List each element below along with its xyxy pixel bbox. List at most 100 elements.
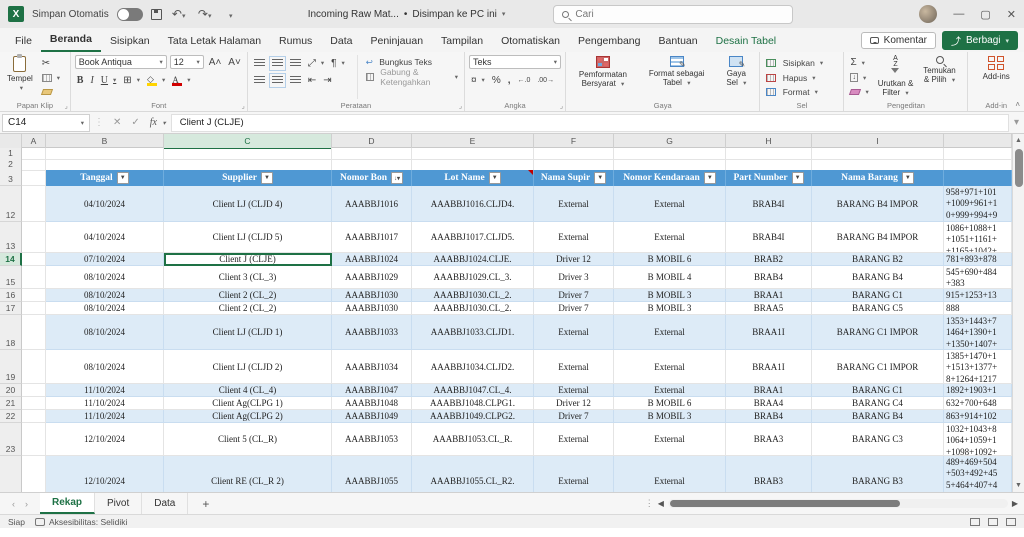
data-cell[interactable]: External [614, 315, 726, 350]
addins-button[interactable]: Add-ins [980, 55, 1013, 99]
empty-cell[interactable] [22, 170, 46, 186]
table-column-header-nama-supir[interactable]: Nama Supir▼ [534, 170, 614, 186]
data-cell[interactable]: AAABBJ1033 [332, 315, 412, 350]
data-cell[interactable]: 12/10/2024 [46, 423, 164, 456]
quantity-cell[interactable]: 1385+1470+1+1513+1377+8+1264+1217 [944, 350, 1012, 384]
row-header-18[interactable]: 18 [0, 315, 22, 350]
row-header-17[interactable]: 17 [0, 302, 22, 315]
data-cell[interactable]: BRAB2 [726, 253, 812, 266]
data-cell[interactable]: AAABBJ1017 [332, 222, 412, 253]
data-cell[interactable]: B MOBIL 3 [614, 410, 726, 423]
data-cell[interactable]: Client 3 (CL_3) [164, 266, 332, 289]
data-cell[interactable]: AAABBJ1030 [332, 302, 412, 315]
row-header-22[interactable]: 22 [0, 410, 22, 423]
row-header-23[interactable]: 23 [0, 423, 22, 456]
data-cell[interactable]: AAABBJ1029 [332, 266, 412, 289]
data-cell[interactable]: 04/10/2024 [46, 222, 164, 253]
align-left-button[interactable] [252, 73, 267, 87]
data-cell[interactable]: BRAB4 [726, 410, 812, 423]
data-cell[interactable]: Driver 7 [534, 302, 614, 315]
align-center-button[interactable] [270, 73, 285, 87]
format-painter-button[interactable] [40, 86, 62, 99]
scrollbar-thumb[interactable] [1015, 149, 1023, 187]
data-cell[interactable]: External [614, 456, 726, 492]
data-cell[interactable]: 07/10/2024 [46, 253, 164, 266]
data-cell[interactable]: External [534, 222, 614, 253]
underline-button[interactable]: U▾ [99, 73, 119, 87]
data-cell[interactable]: Client LJ (CLJD 2) [164, 350, 332, 384]
close-button[interactable]: ✕ [1007, 8, 1016, 21]
data-cell[interactable]: Driver 3 [534, 266, 614, 289]
data-cell[interactable]: BARANG B4 IMPOR [812, 186, 944, 222]
quantity-cell[interactable]: 888 [944, 302, 1012, 315]
empty-cell[interactable] [22, 302, 46, 315]
data-cell[interactable]: BRAA3 [726, 423, 812, 456]
data-cell[interactable]: BARANG C1 [812, 289, 944, 302]
dialog-launcher-icon[interactable]: ⌟ [459, 102, 462, 110]
prev-sheet-icon[interactable]: ‹ [12, 499, 15, 509]
decrease-decimal-button[interactable]: .00→ [535, 73, 556, 87]
data-cell[interactable]: External [614, 384, 726, 397]
table-column-header-nomor-bon[interactable]: Nomor Bon↓▾ [332, 170, 412, 186]
row-header-12[interactable]: 12 [0, 186, 22, 222]
data-cell[interactable]: AAABBJ1047.CL_4. [412, 384, 534, 397]
ribbon-tab-bantuan[interactable]: Bantuan [649, 31, 706, 52]
data-cell[interactable]: AAABBJ1017.CLJD5. [412, 222, 534, 253]
comments-button[interactable]: Komentar [861, 32, 936, 49]
dialog-launcher-icon[interactable]: ⌟ [242, 102, 245, 110]
ribbon-tab-file[interactable]: File [6, 31, 41, 52]
accounting-format-button[interactable]: ¤▾ [469, 73, 487, 87]
quantity-cell[interactable]: 915+1253+13 [944, 289, 1012, 302]
data-cell[interactable]: AAABBJ1034 [332, 350, 412, 384]
data-cell[interactable]: BRAA1I [726, 315, 812, 350]
data-cell[interactable]: B MOBIL 3 [614, 302, 726, 315]
data-cell[interactable]: Client LJ (CLJD 5) [164, 222, 332, 253]
excel-logo-icon[interactable]: X [8, 6, 24, 22]
select-all-corner[interactable] [0, 134, 22, 149]
confirm-entry-icon[interactable]: ✓ [126, 117, 144, 128]
data-cell[interactable]: External [614, 423, 726, 456]
data-cell[interactable]: AAABBJ1047 [332, 384, 412, 397]
data-cell[interactable]: AAABBJ1034.CLJD2. [412, 350, 534, 384]
empty-cell[interactable] [22, 315, 46, 350]
user-avatar[interactable] [919, 5, 937, 23]
column-header-G[interactable]: G [614, 134, 726, 149]
column-header-E[interactable]: E [412, 134, 534, 149]
data-cell[interactable]: Driver 12 [534, 253, 614, 266]
ribbon-tab-beranda[interactable]: Beranda [41, 29, 101, 52]
autosave-toggle[interactable] [117, 8, 143, 21]
data-cell[interactable]: BRAB4 [726, 266, 812, 289]
quantity-cell[interactable]: 489+469+504+503+492+455+464+407+483+481+… [944, 456, 1012, 492]
row-header-3[interactable]: 3 [0, 170, 22, 186]
empty-cell[interactable] [22, 350, 46, 384]
row-header-14[interactable]: 14 [0, 253, 22, 266]
data-cell[interactable]: BRAA5 [726, 302, 812, 315]
data-cell[interactable]: BARANG B3 [812, 456, 944, 492]
column-header-partial[interactable] [944, 134, 1012, 149]
quantity-cell[interactable]: 1892+1903+1 [944, 384, 1012, 397]
data-cell[interactable]: External [534, 423, 614, 456]
empty-cell[interactable] [22, 222, 46, 253]
hscrollbar-thumb[interactable] [670, 500, 900, 507]
filter-button[interactable]: ▼ [704, 172, 716, 184]
merge-center-button[interactable]: Gabung & Ketengahkan▾ [364, 70, 460, 84]
table-column-header-nama-barang[interactable]: Nama Barang▼ [812, 170, 944, 186]
empty-cell[interactable] [22, 186, 46, 222]
ribbon-tab-tampilan[interactable]: Tampilan [432, 31, 492, 52]
ribbon-tab-pengembang[interactable]: Pengembang [569, 31, 649, 52]
data-cell[interactable]: AAABBJ1033.CLJD1. [412, 315, 534, 350]
data-cell[interactable]: AAABBJ1016 [332, 186, 412, 222]
data-cell[interactable]: External [534, 186, 614, 222]
filter-button[interactable]: ▼ [594, 172, 606, 184]
data-cell[interactable]: AAABBJ1055.CL_R2. [412, 456, 534, 492]
data-cell[interactable]: BARANG C3 [812, 423, 944, 456]
data-cell[interactable]: BRAB4I [726, 222, 812, 253]
document-title[interactable]: Incoming Raw Mat... [308, 9, 399, 20]
expand-formula-bar-icon[interactable]: ▾ [1009, 117, 1024, 128]
horizontal-scrollbar[interactable] [668, 499, 1008, 508]
data-cell[interactable]: 08/10/2024 [46, 315, 164, 350]
data-cell[interactable]: AAABBJ1049.CLPG2. [412, 410, 534, 423]
data-cell[interactable]: BARANG B4 [812, 266, 944, 289]
data-cell[interactable]: 08/10/2024 [46, 350, 164, 384]
row-header-16[interactable]: 16 [0, 289, 22, 302]
